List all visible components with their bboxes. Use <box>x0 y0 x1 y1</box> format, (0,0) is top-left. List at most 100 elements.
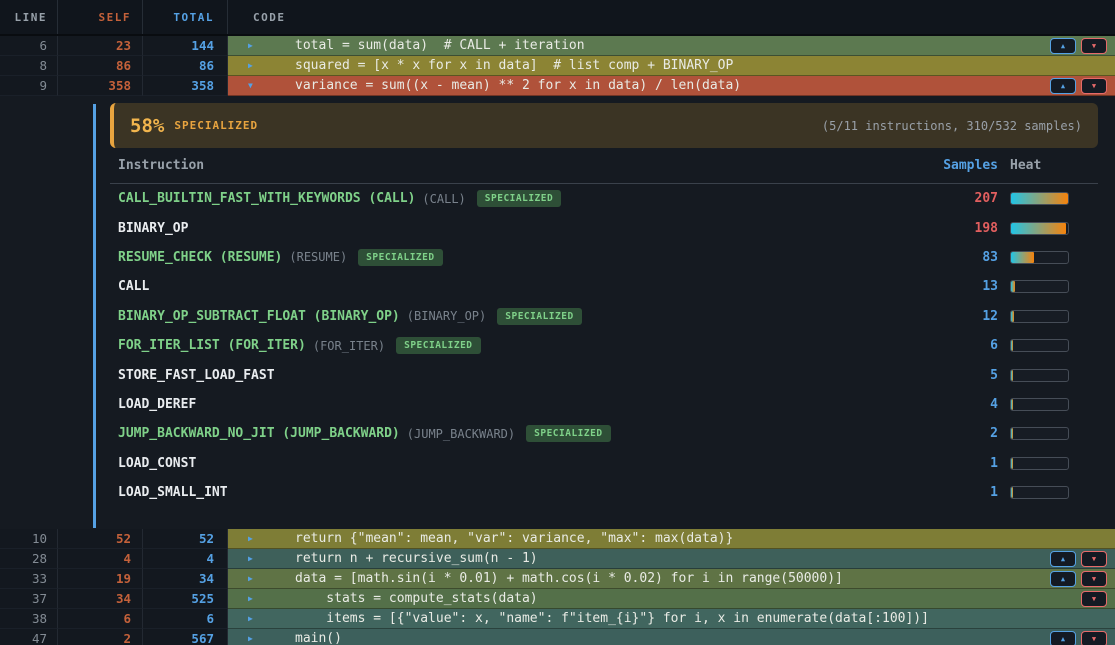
self-samples: 52 <box>58 529 143 549</box>
heat-bar <box>1010 369 1069 382</box>
jump-up-button[interactable]: ▲ <box>1050 551 1076 567</box>
line-number: 47 <box>0 629 58 645</box>
expand-arrow-icon[interactable]: ▶ <box>248 614 262 623</box>
heat-bar <box>1010 251 1069 264</box>
line-number: 9 <box>0 76 58 96</box>
code-row-line-8[interactable]: 8 86 86 ▶ squared = [x * x for x in data… <box>0 56 1115 76</box>
total-samples: 358 <box>143 76 228 96</box>
code-row-line-47[interactable]: 47 2 567 ▶ main() ▲ ▼ <box>0 629 1115 645</box>
row-nav-buttons: ▲ ▼ <box>1050 631 1107 645</box>
instruction-base-opcode: (FOR_ITER) <box>313 339 385 353</box>
code-row-line-6[interactable]: 6 23 144 ▶ total = sum(data) # CALL + it… <box>0 36 1115 56</box>
code-text: stats = compute_stats(data) <box>295 591 538 606</box>
code-cell[interactable]: ▶ return n + recursive_sum(n - 1) ▲ ▼ <box>228 549 1115 569</box>
row-nav-buttons: ▲ ▼ <box>1050 571 1107 587</box>
row-nav-buttons: ▲ ▼ <box>1050 78 1107 94</box>
jump-up-button[interactable]: ▲ <box>1050 571 1076 587</box>
expand-arrow-icon[interactable]: ▶ <box>248 574 262 583</box>
code-row-line-9-expanded[interactable]: 9 358 358 ▼ variance = sum((x - mean) **… <box>0 76 1115 96</box>
specialized-percent: 58% <box>130 115 164 137</box>
code-cell[interactable]: ▶ total = sum(data) # CALL + iteration ▲… <box>228 36 1115 56</box>
code-text: main() <box>295 631 342 645</box>
instruction-base-opcode: (RESUME) <box>289 250 347 264</box>
heat-bar <box>1010 310 1069 323</box>
code-cell[interactable]: ▶ data = [math.sin(i * 0.01) + math.cos(… <box>228 569 1115 589</box>
instruction-name: BINARY_OP <box>118 221 188 236</box>
code-row-line-28[interactable]: 28 4 4 ▶ return n + recursive_sum(n - 1)… <box>0 549 1115 569</box>
line-number: 8 <box>0 56 58 76</box>
header-self: SELF <box>58 0 143 34</box>
table-header: LINE SELF TOTAL CODE <box>0 0 1115 36</box>
heat-bar <box>1010 280 1069 293</box>
heat-bar-fill <box>1011 281 1015 292</box>
instruction-row: CALL_BUILTIN_FAST_WITH_KEYWORDS (CALL) (… <box>110 184 1098 213</box>
self-samples: 23 <box>58 36 143 56</box>
code-row-line-37[interactable]: 37 34 525 ▶ stats = compute_stats(data) … <box>0 589 1115 609</box>
instruction-row: RESUME_CHECK (RESUME) (RESUME) SPECIALIZ… <box>110 243 1098 272</box>
heat-bar-fill <box>1011 458 1013 469</box>
instruction-name: STORE_FAST_LOAD_FAST <box>118 368 275 383</box>
jump-down-button[interactable]: ▼ <box>1081 591 1107 607</box>
line-number: 10 <box>0 529 58 549</box>
code-text: return n + recursive_sum(n - 1) <box>295 551 538 566</box>
code-row-line-38[interactable]: 38 6 6 ▶ items = [{"value": x, "name": f… <box>0 609 1115 629</box>
instruction-row: LOAD_CONST 1 <box>110 449 1098 478</box>
expand-arrow-icon[interactable]: ▶ <box>248 41 262 50</box>
code-row-line-33[interactable]: 33 19 34 ▶ data = [math.sin(i * 0.01) + … <box>0 569 1115 589</box>
heat-bar-fill <box>1011 223 1066 234</box>
code-cell[interactable]: ▼ variance = sum((x - mean) ** 2 for x i… <box>228 76 1115 96</box>
heat-bar <box>1010 222 1069 235</box>
sample-count: 12 <box>938 309 998 324</box>
expand-arrow-icon[interactable]: ▶ <box>248 594 262 603</box>
jump-down-button[interactable]: ▼ <box>1081 38 1107 54</box>
code-cell[interactable]: ▶ squared = [x * x for x in data] # list… <box>228 56 1115 76</box>
jump-up-button[interactable]: ▲ <box>1050 38 1076 54</box>
heat-bar-fill <box>1011 399 1013 410</box>
instruction-name: CALL <box>118 279 149 294</box>
expand-arrow-icon[interactable]: ▶ <box>248 554 262 563</box>
row-nav-buttons: ▼ <box>1081 591 1107 607</box>
sample-count: 1 <box>938 456 998 471</box>
jump-up-button[interactable]: ▲ <box>1050 631 1076 645</box>
line-number: 38 <box>0 609 58 629</box>
code-text: data = [math.sin(i * 0.01) + math.cos(i … <box>295 571 843 586</box>
collapse-arrow-icon[interactable]: ▼ <box>248 81 262 90</box>
expand-arrow-icon[interactable]: ▶ <box>248 534 262 543</box>
total-samples: 525 <box>143 589 228 609</box>
line-number: 33 <box>0 569 58 589</box>
line-number: 28 <box>0 549 58 569</box>
instruction-base-opcode: (CALL) <box>422 192 465 206</box>
jump-down-button[interactable]: ▼ <box>1081 551 1107 567</box>
code-cell[interactable]: ▶ return {"mean": mean, "var": variance,… <box>228 529 1115 549</box>
code-text: total = sum(data) # CALL + iteration <box>295 38 585 53</box>
self-samples: 2 <box>58 629 143 645</box>
instruction-table-header: Instruction Samples Heat <box>110 148 1098 184</box>
specialized-summary-note: (5/11 instructions, 310/532 samples) <box>822 119 1082 133</box>
jump-down-button[interactable]: ▼ <box>1081 78 1107 94</box>
code-cell[interactable]: ▶ items = [{"value": x, "name": f"item_{… <box>228 609 1115 629</box>
total-samples: 144 <box>143 36 228 56</box>
jump-down-button[interactable]: ▼ <box>1081 571 1107 587</box>
instruction-base-opcode: (JUMP_BACKWARD) <box>407 427 515 441</box>
col-instruction: Instruction <box>110 158 938 173</box>
specialized-summary-banner: 58% SPECIALIZED (5/11 instructions, 310/… <box>110 103 1098 148</box>
jump-up-button[interactable]: ▲ <box>1050 78 1076 94</box>
col-samples: Samples <box>938 158 998 173</box>
header-line: LINE <box>0 0 58 34</box>
code-text: return {"mean": mean, "var": variance, "… <box>295 531 733 546</box>
code-cell[interactable]: ▶ stats = compute_stats(data) ▼ <box>228 589 1115 609</box>
code-cell[interactable]: ▶ main() ▲ ▼ <box>228 629 1115 645</box>
code-row-line-10[interactable]: 10 52 52 ▶ return {"mean": mean, "var": … <box>0 529 1115 549</box>
code-text: variance = sum((x - mean) ** 2 for x in … <box>295 78 741 93</box>
instruction-name: RESUME_CHECK (RESUME) <box>118 250 282 265</box>
expand-arrow-icon[interactable]: ▶ <box>248 61 262 70</box>
instruction-row: FOR_ITER_LIST (FOR_ITER) (FOR_ITER) SPEC… <box>110 331 1098 360</box>
heat-bar <box>1010 192 1069 205</box>
jump-down-button[interactable]: ▼ <box>1081 631 1107 645</box>
self-samples: 19 <box>58 569 143 589</box>
instruction-row: BINARY_OP_SUBTRACT_FLOAT (BINARY_OP) (BI… <box>110 302 1098 331</box>
instruction-name: BINARY_OP_SUBTRACT_FLOAT (BINARY_OP) <box>118 309 400 324</box>
self-samples: 86 <box>58 56 143 76</box>
instruction-table: Instruction Samples Heat CALL_BUILTIN_FA… <box>110 148 1098 507</box>
expand-arrow-icon[interactable]: ▶ <box>248 634 262 643</box>
